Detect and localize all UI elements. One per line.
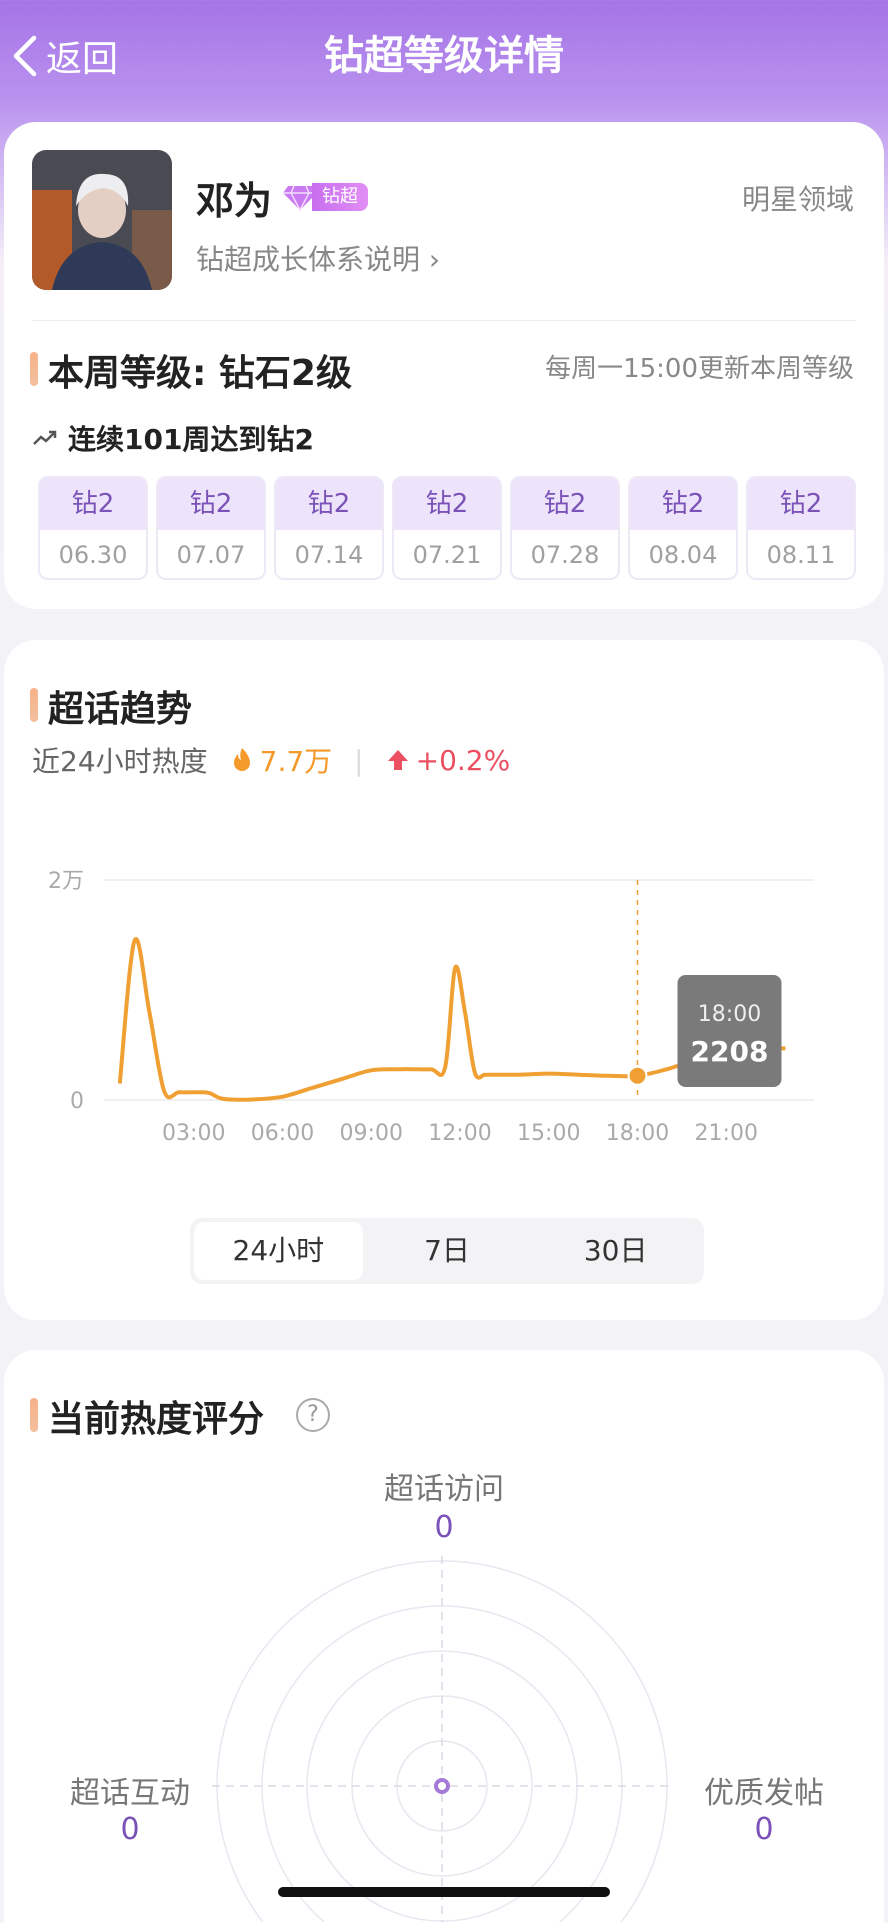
x-tick-label: 09:00 bbox=[340, 1121, 403, 1146]
section-marker bbox=[30, 1398, 38, 1432]
score-title: 当前热度评分 bbox=[48, 1399, 265, 1440]
avatar[interactable] bbox=[32, 150, 172, 290]
heat-value: 7.7万 bbox=[259, 745, 333, 778]
x-tick-label: 06:00 bbox=[251, 1121, 314, 1146]
week-level: 钻2 bbox=[158, 478, 264, 530]
trend-title: 超话趋势 bbox=[48, 689, 193, 730]
star-name: 邓为 bbox=[196, 179, 273, 223]
week-date: 07.07 bbox=[158, 530, 264, 578]
help-icon[interactable]: ? bbox=[296, 1398, 330, 1432]
tab-24h[interactable]: 24小时 bbox=[194, 1222, 363, 1280]
trend-label: 近24小时热度 bbox=[32, 745, 208, 778]
week-level: 钻2 bbox=[394, 478, 500, 530]
top-bar: 返回 钻超等级详情 bbox=[0, 0, 888, 112]
axis-label-visits: 超话访问 bbox=[384, 1472, 504, 1507]
divider bbox=[32, 320, 856, 321]
x-tick-label: 15:00 bbox=[517, 1121, 580, 1146]
update-note: 每周一15:00更新本周等级 bbox=[545, 354, 854, 384]
axis-value-visits: 0 bbox=[434, 1510, 454, 1545]
axis-value-quality-posts: 0 bbox=[754, 1812, 774, 1847]
tooltip-value: 2208 bbox=[691, 1035, 769, 1068]
x-tick-label: 03:00 bbox=[162, 1121, 225, 1146]
score-card: 当前热度评分 ? 超话访问 0 超话互动 0 优质发帖 0 bbox=[4, 1350, 884, 1922]
streak-row: 连续101周达到钻2 bbox=[32, 418, 314, 458]
week-item: 钻2 07.14 bbox=[274, 476, 384, 580]
axis-label-quality-posts: 优质发帖 bbox=[704, 1776, 824, 1811]
section-marker bbox=[30, 352, 38, 386]
axis-label-interaction: 超话互动 bbox=[70, 1776, 190, 1811]
week-item: 钻2 08.04 bbox=[628, 476, 738, 580]
trend-summary: 近24小时热度 7.7万 | +0.2% bbox=[32, 740, 510, 780]
radar-chart bbox=[212, 1556, 672, 1922]
week-level-list: 钻2 06.30 钻2 07.07 钻2 07.14 钻2 07.21 钻2 07.28 … bbox=[38, 476, 856, 580]
week-date: 06.30 bbox=[40, 530, 146, 578]
home-indicator bbox=[278, 1887, 610, 1897]
diamond-badge: 钻超 bbox=[282, 182, 368, 212]
week-level: 钻2 bbox=[748, 478, 854, 530]
week-item: 钻2 07.28 bbox=[510, 476, 620, 580]
week-date: 08.04 bbox=[630, 530, 736, 578]
week-item: 钻2 08.11 bbox=[746, 476, 856, 580]
week-item: 钻2 07.21 bbox=[392, 476, 502, 580]
weekly-level-title: 本周等级: 钻石2级 bbox=[48, 353, 352, 394]
week-date: 07.21 bbox=[394, 530, 500, 578]
week-level: 钻2 bbox=[40, 478, 146, 530]
page-title: 钻超等级详情 bbox=[324, 33, 564, 79]
week-level: 钻2 bbox=[276, 478, 382, 530]
change-value: +0.2% bbox=[415, 743, 511, 777]
highlight-point bbox=[627, 1065, 648, 1086]
trend-line-chart[interactable]: 0 2万 03:00 06:00 09:00 12:00 15:00 18:00 21:00 18… bbox=[4, 830, 884, 1150]
x-tick-label: 12:00 bbox=[428, 1121, 491, 1146]
trend-up-icon bbox=[33, 430, 57, 445]
week-date: 07.28 bbox=[512, 530, 618, 578]
trend-card: 超话趋势 近24小时热度 7.7万 | +0.2% 0 2万 03:00 06:00 0… bbox=[4, 640, 884, 1320]
week-date: 07.14 bbox=[276, 530, 382, 578]
growth-system-link[interactable]: 钻超成长体系说明 › bbox=[196, 238, 440, 278]
y-tick-label: 2万 bbox=[48, 869, 84, 894]
level-card: 邓为 钻超 钻超成长体系说明 › 明星领域 本周等级: 钻石2级 每周一15:0… bbox=[4, 122, 884, 609]
week-level: 钻2 bbox=[512, 478, 618, 530]
tab-7d[interactable]: 7日 bbox=[363, 1222, 532, 1280]
week-level: 钻2 bbox=[630, 478, 736, 530]
week-item: 钻2 06.30 bbox=[38, 476, 148, 580]
domain-label: 明星领域 bbox=[741, 183, 854, 216]
week-item: 钻2 07.07 bbox=[156, 476, 266, 580]
badge-label: 钻超 bbox=[312, 183, 368, 211]
y-tick-label: 0 bbox=[70, 1089, 84, 1114]
streak-text: 连续101周达到钻2 bbox=[68, 423, 314, 456]
section-marker bbox=[30, 688, 38, 722]
tooltip-time: 18:00 bbox=[698, 1002, 761, 1027]
time-range-selector: 24小时 7日 30日 bbox=[190, 1218, 704, 1284]
arrow-up-icon bbox=[387, 750, 408, 770]
x-tick-label: 18:00 bbox=[606, 1121, 669, 1146]
tab-30d[interactable]: 30日 bbox=[531, 1222, 700, 1280]
week-date: 08.11 bbox=[748, 530, 854, 578]
x-tick-label: 21:00 bbox=[695, 1121, 758, 1146]
tooltip-box bbox=[677, 975, 782, 1087]
separator: | bbox=[354, 743, 364, 777]
fire-icon bbox=[233, 748, 250, 771]
axis-value-interaction: 0 bbox=[120, 1812, 140, 1847]
